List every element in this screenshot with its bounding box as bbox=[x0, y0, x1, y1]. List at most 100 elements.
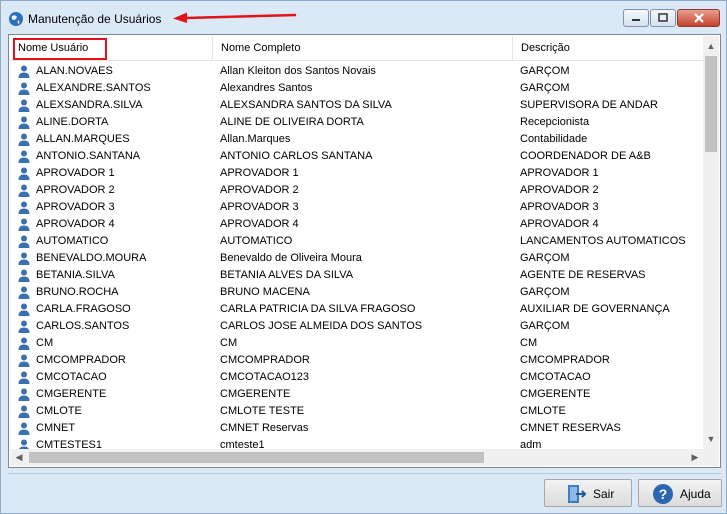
scroll-down-arrow-icon[interactable]: ▼ bbox=[703, 431, 719, 447]
cell-nome-usuario: ALINE.DORTA bbox=[36, 116, 109, 128]
cell-nome-usuario: CMTESTES1 bbox=[36, 439, 103, 449]
horizontal-scroll-thumb[interactable] bbox=[29, 452, 484, 463]
scroll-right-arrow-icon[interactable]: ▶ bbox=[687, 449, 703, 465]
table-row[interactable]: APROVADOR 4 APROVADOR 4 APROVADOR 4 bbox=[10, 216, 704, 233]
scrollbar-corner bbox=[703, 449, 719, 466]
table-row[interactable]: CM CM CM bbox=[10, 335, 704, 352]
user-icon bbox=[18, 320, 30, 333]
table-row[interactable]: BENEVALDO.MOURA Benevaldo de Oliveira Mou… bbox=[10, 250, 704, 267]
user-icon bbox=[18, 218, 30, 231]
table-row[interactable]: AUTOMATICO AUTOMATICO LANCAMENTOS AUTOMATI… bbox=[10, 233, 704, 250]
user-icon bbox=[18, 150, 30, 163]
horizontal-scrollbar[interactable]: ◀ ▶ bbox=[10, 449, 704, 466]
cell-nome-completo: CARLA PATRICIA DA SILVA FRAGOSO bbox=[220, 303, 416, 315]
cell-nome-usuario: APROVADOR 2 bbox=[36, 184, 115, 196]
users-grid[interactable]: Nome Usuário Nome Completo Descrição ALA… bbox=[10, 36, 704, 449]
cell-nome-usuario: CMNET bbox=[36, 422, 76, 434]
cell-descricao: GARÇOM bbox=[520, 252, 570, 264]
scroll-up-arrow-icon[interactable]: ▲ bbox=[703, 38, 719, 54]
cell-nome-completo: CM bbox=[220, 337, 238, 349]
table-row[interactable]: APROVADOR 3 APROVADOR 3 APROVADOR 3 bbox=[10, 199, 704, 216]
cell-nome-completo: CARLOS JOSE ALMEIDA DOS SANTOS bbox=[220, 320, 423, 332]
maximize-icon bbox=[651, 10, 675, 26]
footer-divider bbox=[8, 473, 721, 474]
cell-descricao: APROVADOR 1 bbox=[520, 167, 599, 179]
app-globe-icon bbox=[9, 12, 23, 26]
cell-descricao: LANCAMENTOS AUTOMATICOS bbox=[520, 235, 686, 247]
table-row[interactable]: CMGERENTE CMGERENTE CMGERENTE bbox=[10, 386, 704, 403]
table-row[interactable]: ALAN.NOVAES Allan Kleiton dos Santos Nova… bbox=[10, 63, 704, 80]
table-row[interactable]: CARLA.FRAGOSO CARLA PATRICIA DA SILVA FRA… bbox=[10, 301, 704, 318]
cell-nome-completo: Alexandres Santos bbox=[220, 82, 313, 94]
cell-descricao: GARÇOM bbox=[520, 65, 570, 77]
user-icon bbox=[18, 286, 30, 299]
cell-nome-completo: ALEXSANDRA SANTOS DA SILVA bbox=[220, 99, 392, 111]
table-row[interactable]: ALLAN.MARQUES Allan.Marques Contabilidade bbox=[10, 131, 704, 148]
cell-nome-usuario: ALEXANDRE.SANTOS bbox=[36, 82, 151, 94]
cell-descricao: AGENTE DE RESERVAS bbox=[520, 269, 646, 281]
cell-nome-completo: Allan.Marques bbox=[220, 133, 291, 145]
cell-nome-usuario: APROVADOR 1 bbox=[36, 167, 115, 179]
cell-nome-completo: APROVADOR 3 bbox=[220, 201, 299, 213]
cell-descricao: APROVADOR 4 bbox=[520, 218, 599, 230]
scroll-left-arrow-icon[interactable]: ◀ bbox=[11, 449, 27, 465]
close-button[interactable] bbox=[677, 9, 720, 27]
column-header-descricao[interactable]: Descrição bbox=[513, 36, 704, 61]
user-icon bbox=[18, 82, 30, 95]
minimize-button[interactable] bbox=[623, 9, 649, 27]
cell-nome-completo: APROVADOR 2 bbox=[220, 184, 299, 196]
vertical-scrollbar[interactable]: ▲ ▼ bbox=[703, 36, 719, 449]
cell-nome-completo: Benevaldo de Oliveira Moura bbox=[220, 252, 362, 264]
table-row[interactable]: ANTONIO.SANTANA ANTONIO CARLOS SANTANA COO… bbox=[10, 148, 704, 165]
cell-descricao: adm bbox=[520, 439, 542, 449]
cell-descricao: CMCOMPRADOR bbox=[520, 354, 610, 366]
cell-nome-usuario: BETANIA.SILVA bbox=[36, 269, 115, 281]
table-row[interactable]: CMCOTACAO CMCOTACAO123 CMCOTACAO bbox=[10, 369, 704, 386]
table-row[interactable]: CMLOTE CMLOTE TESTE CMLOTE bbox=[10, 403, 704, 420]
user-icon bbox=[18, 252, 30, 265]
table-row[interactable]: ALEXANDRE.SANTOS Alexandres Santos GARÇOM bbox=[10, 80, 704, 97]
cell-nome-completo: CMCOTACAO123 bbox=[220, 371, 310, 383]
column-header-nome-completo[interactable]: Nome Completo bbox=[213, 36, 513, 61]
cell-descricao: Recepcionista bbox=[520, 116, 590, 128]
table-row[interactable]: CMTESTES1 cmteste1 adm bbox=[10, 437, 704, 449]
table-row[interactable]: APROVADOR 2 APROVADOR 2 APROVADOR 2 bbox=[10, 182, 704, 199]
main-window: Manutenção de Usuários Nome Usuário Nome… bbox=[0, 0, 727, 514]
maximize-button[interactable] bbox=[650, 9, 676, 27]
table-row[interactable]: CMCOMPRADOR CMCOMPRADOR CMCOMPRADOR bbox=[10, 352, 704, 369]
user-icon bbox=[18, 201, 30, 214]
cell-descricao: CMNET RESERVAS bbox=[520, 422, 621, 434]
cell-nome-usuario: CARLA.FRAGOSO bbox=[36, 303, 131, 315]
cell-nome-usuario: BENEVALDO.MOURA bbox=[36, 252, 147, 264]
cell-descricao: CMLOTE bbox=[520, 405, 566, 417]
user-icon bbox=[18, 337, 30, 350]
table-row[interactable]: APROVADOR 1 APROVADOR 1 APROVADOR 1 bbox=[10, 165, 704, 182]
user-icon bbox=[18, 354, 30, 367]
user-icon bbox=[18, 167, 30, 180]
cell-nome-completo: AUTOMATICO bbox=[220, 235, 293, 247]
table-row[interactable]: CARLOS.SANTOS CARLOS JOSE ALMEIDA DOS SAN… bbox=[10, 318, 704, 335]
cell-nome-usuario: CMCOTACAO bbox=[36, 371, 107, 383]
cell-nome-usuario: CMCOMPRADOR bbox=[36, 354, 126, 366]
title-bar[interactable]: Manutenção de Usuários bbox=[1, 1, 726, 35]
user-icon bbox=[18, 405, 30, 418]
cell-nome-usuario: ALLAN.MARQUES bbox=[36, 133, 130, 145]
users-grid-panel: Nome Usuário Nome Completo Descrição ALA… bbox=[8, 34, 721, 468]
cell-descricao: AUXILIAR DE GOVERNANÇA bbox=[520, 303, 670, 315]
cell-nome-usuario: ALAN.NOVAES bbox=[36, 65, 113, 77]
table-row[interactable]: BETANIA.SILVA BETANIA ALVES DA SILVA AGENT… bbox=[10, 267, 704, 284]
vertical-scroll-thumb[interactable] bbox=[705, 56, 717, 152]
highlight-box bbox=[13, 38, 107, 60]
cell-nome-completo: ANTONIO CARLOS SANTANA bbox=[220, 150, 373, 162]
table-row[interactable]: ALINE.DORTA ALINE DE OLIVEIRA DORTA Recepc… bbox=[10, 114, 704, 131]
table-row[interactable]: ALEXSANDRA.SILVA ALEXSANDRA SANTOS DA SIL… bbox=[10, 97, 704, 114]
cell-descricao: GARÇOM bbox=[520, 320, 570, 332]
table-row[interactable]: CMNET CMNET Reservas CMNET RESERVAS bbox=[10, 420, 704, 437]
cell-nome-usuario: APROVADOR 3 bbox=[36, 201, 115, 213]
ajuda-button[interactable]: ? Ajuda bbox=[638, 479, 722, 507]
cell-descricao: GARÇOM bbox=[520, 286, 570, 298]
table-row[interactable]: BRUNO.ROCHA BRUNO MACENA GARÇOM bbox=[10, 284, 704, 301]
sair-label: Sair bbox=[593, 487, 615, 501]
sair-button[interactable]: Sair bbox=[544, 479, 632, 507]
cell-nome-completo: Allan Kleiton dos Santos Novais bbox=[220, 65, 376, 77]
